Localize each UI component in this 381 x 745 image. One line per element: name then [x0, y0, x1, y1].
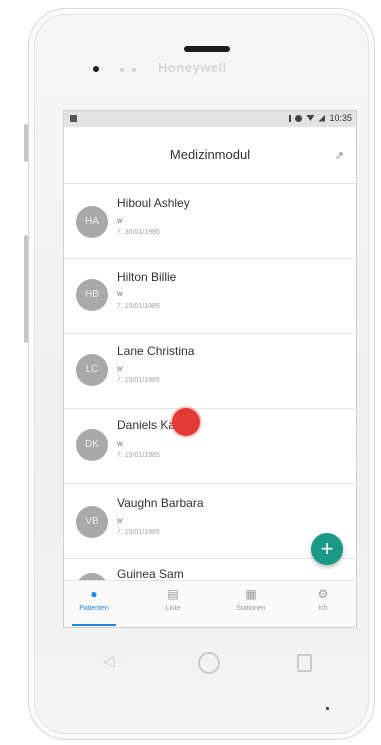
patient-dob: 7. 15/01/1985 — [117, 377, 160, 384]
ward-icon: ▦ — [245, 587, 257, 601]
avatar: HB — [76, 279, 108, 311]
vibrate-icon — [289, 114, 292, 122]
speaker — [184, 46, 230, 52]
active-tab-indicator — [72, 624, 116, 626]
patient-name: Hiboul Ashley — [117, 196, 190, 210]
signal-icon — [318, 114, 326, 122]
nav-item-ich[interactable]: ⚙ Ich — [294, 587, 352, 612]
patient-dob: 7. 15/01/1985 — [117, 452, 160, 459]
nav-label: Liste — [165, 605, 181, 612]
nav-item-patienten[interactable]: ● Patienten — [65, 587, 123, 612]
nav-label: Patienten — [79, 605, 109, 612]
led-indicator — [326, 707, 329, 710]
person-icon: ● — [90, 587, 98, 601]
list-item[interactable]: HB Hilton Billie w 7. 15/01/1985 — [64, 259, 356, 334]
patient-sex: w — [117, 289, 123, 298]
patient-name: Guinea Sam — [117, 567, 184, 580]
dnd-icon — [295, 114, 303, 122]
app-bar: Medizinmodul ↗ — [64, 127, 356, 184]
list-item[interactable]: LC Lane Christina w 7. 15/01/1985 — [64, 334, 356, 409]
patient-dob: 7. 15/01/1985 — [117, 303, 160, 310]
list-item[interactable]: HA Hiboul Ashley w 7. 30/01/1985 — [64, 184, 356, 259]
status-time: 10:35 — [329, 113, 352, 123]
patient-sex: w — [117, 364, 123, 373]
profile-icon: ⚙ — [317, 587, 329, 601]
patient-name: Vaughn Barbara — [117, 496, 204, 510]
back-icon[interactable]: ◁ — [103, 652, 115, 670]
avatar: DK — [76, 429, 108, 461]
patient-name: Hilton Billie — [117, 270, 177, 284]
nav-label: Stationen — [236, 605, 266, 612]
recents-icon[interactable] — [297, 654, 312, 672]
bottom-navigation: ● Patienten ▤ Liste ▦ Stationen ⚙ Ich — [64, 580, 356, 627]
nav-label: Ich — [318, 605, 328, 612]
touch-indicator — [172, 408, 200, 436]
list-item[interactable]: DK Daniels Karen w 7. 15/01/1985 — [64, 409, 356, 484]
avatar: LC — [76, 354, 108, 386]
avatar: VB — [76, 506, 108, 538]
patient-dob: 7. 15/01/1985 — [117, 529, 160, 536]
list-icon: ▤ — [167, 587, 179, 601]
avatar: HA — [76, 206, 108, 238]
notification-icon — [70, 115, 77, 122]
front-camera — [93, 66, 99, 72]
add-patient-button[interactable]: + — [311, 533, 343, 565]
nav-item-liste[interactable]: ▤ Liste — [144, 587, 202, 612]
patient-sex: w — [117, 516, 123, 525]
patient-dob: 7. 30/01/1985 — [117, 229, 160, 236]
home-icon[interactable] — [198, 652, 220, 674]
wifi-icon — [306, 115, 315, 121]
side-key — [24, 235, 28, 343]
avatar: GS — [76, 573, 108, 580]
patient-list: HA Hiboul Ashley w 7. 30/01/1985 HB Hilt… — [64, 184, 356, 580]
sensor — [132, 68, 136, 72]
nav-item-stationen[interactable]: ▦ Stationen — [222, 587, 280, 612]
patient-sex: w — [117, 216, 123, 225]
status-icons: 10:35 — [289, 113, 352, 123]
list-item[interactable]: GS Guinea Sam — [64, 559, 356, 580]
screen: 10:35 Medizinmodul ↗ HA Hiboul Ashley w … — [63, 110, 357, 628]
volume-button — [24, 124, 28, 162]
page-title: Medizinmodul — [169, 147, 251, 162]
expand-icon[interactable]: ↗ — [335, 149, 344, 162]
sensor — [120, 68, 124, 72]
brand-logo: Honeywell — [158, 60, 227, 75]
status-bar: 10:35 — [64, 111, 356, 127]
patient-name: Lane Christina — [117, 344, 195, 358]
patient-sex: w — [117, 439, 123, 448]
